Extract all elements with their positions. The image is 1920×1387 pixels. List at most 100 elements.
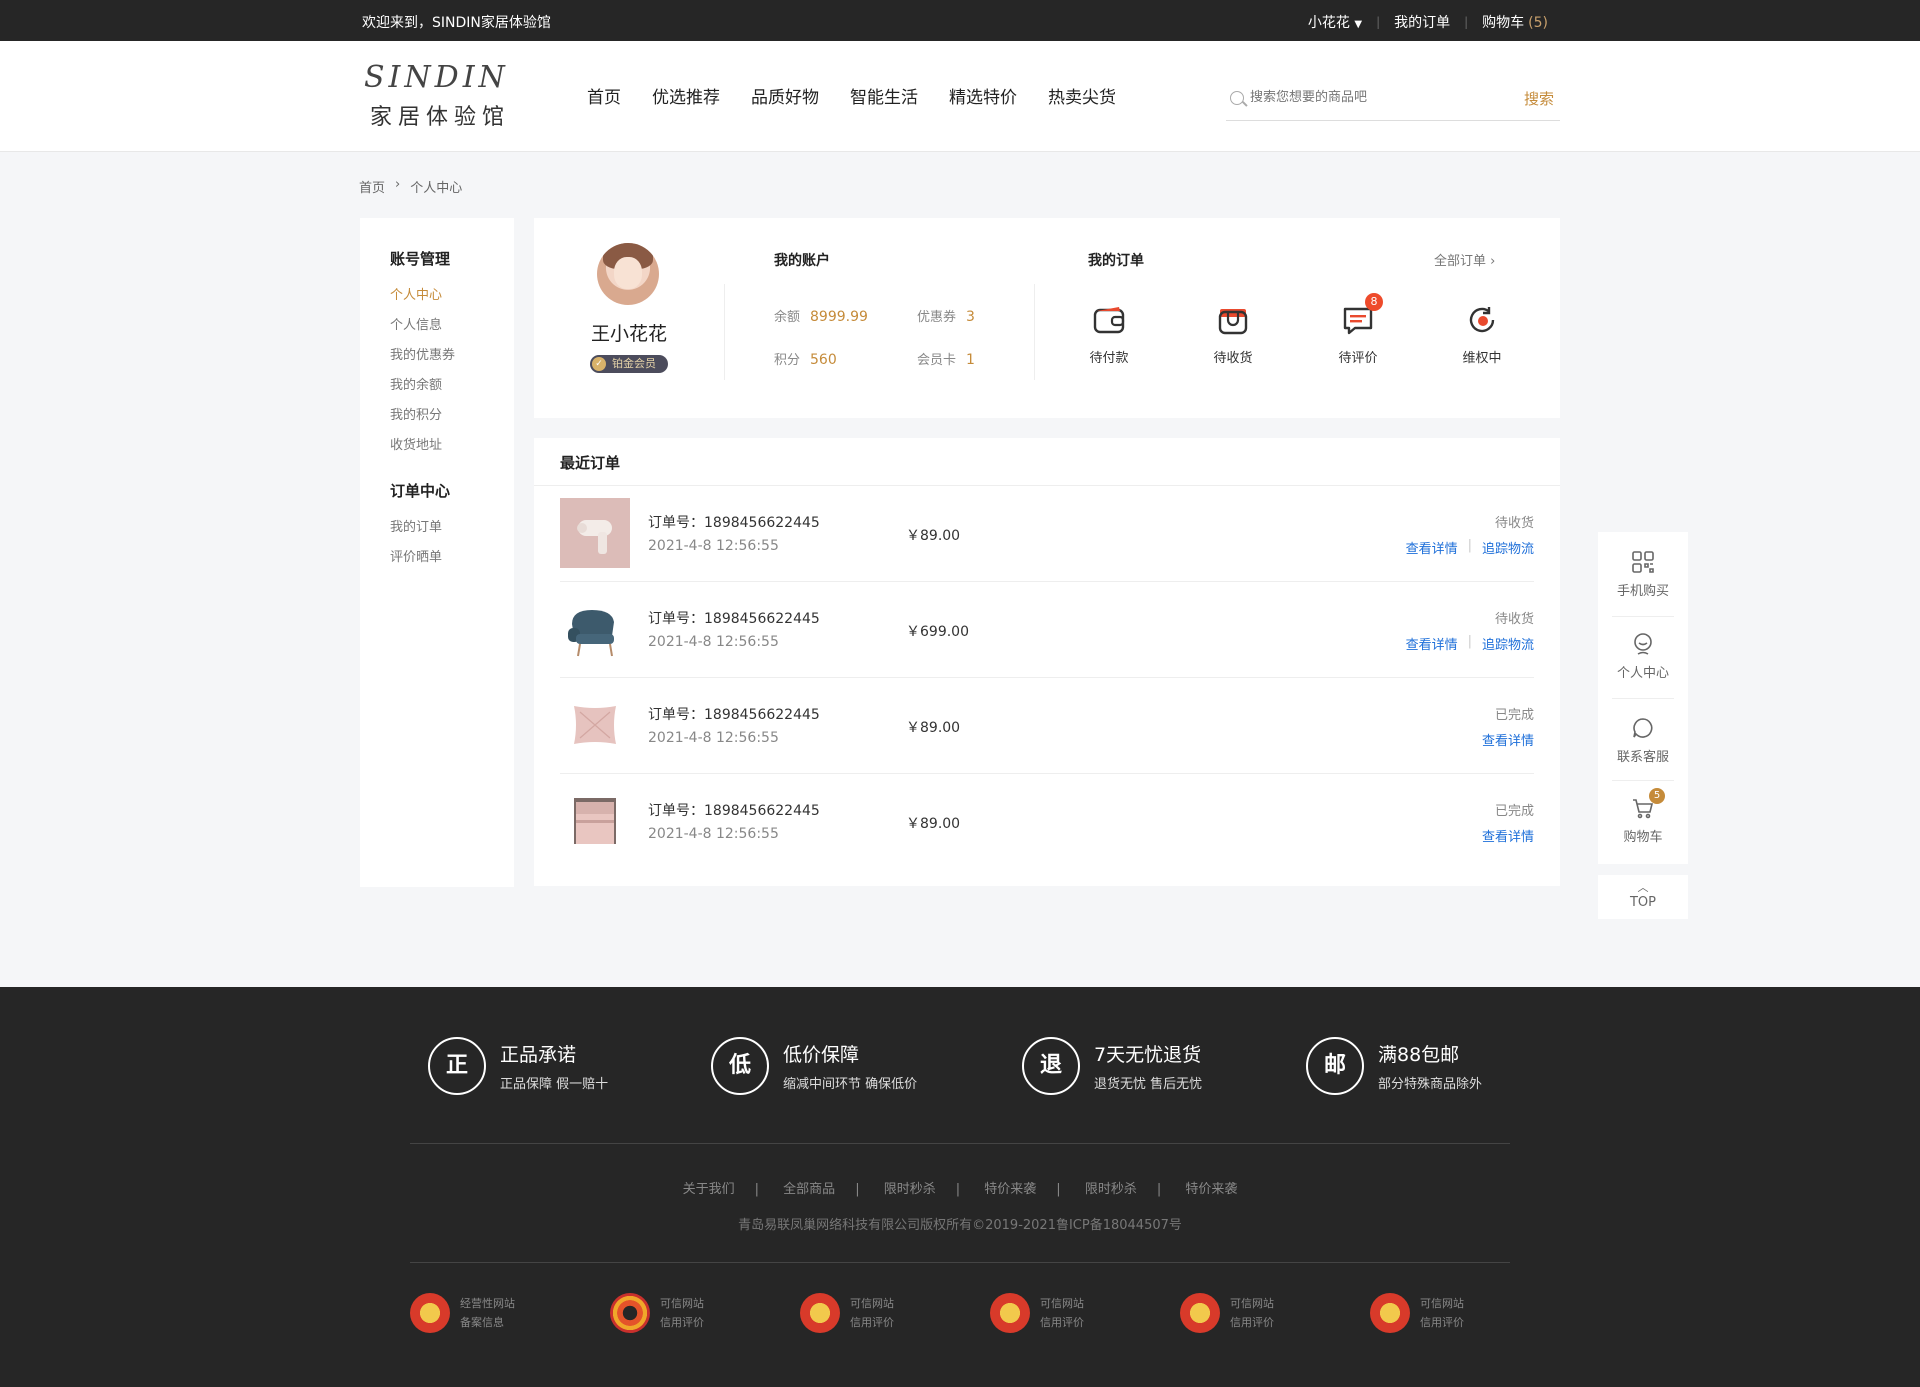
order-status: 待收货 — [1494, 612, 1534, 627]
cert-line-1: 经营性网站 — [460, 1297, 515, 1310]
sidebar-item-personal-center[interactable]: 个人中心 — [390, 281, 455, 311]
footer-link-specials[interactable]: 特价来袭 — [984, 1182, 1036, 1197]
search-button[interactable]: 搜索 — [1524, 88, 1554, 109]
order-price: ￥89.00 — [906, 528, 961, 544]
sidebar-item-reviews[interactable]: 评价晒单 — [390, 543, 450, 573]
product-thumbnail-bedding[interactable] — [560, 786, 630, 856]
floating-toolbar: 手机购买 个人中心 联系客服 5 购物车 — [1598, 532, 1688, 864]
sidebar: 账号管理 个人中心 个人信息 我的优惠券 我的余额 我的积分 收货地址 订单中心… — [360, 218, 514, 887]
cert-badge[interactable]: 可信网站 信用评价 — [800, 1293, 894, 1333]
view-details-link[interactable]: 查看详情 — [1482, 730, 1534, 749]
sidebar-item-balance[interactable]: 我的余额 — [390, 371, 455, 401]
order-state-pending-payment[interactable]: 待付款 — [1069, 303, 1149, 366]
cert-line-2: 信用评价 — [660, 1316, 704, 1329]
guarantee-low-price: 低 低价保障 缩减中间环节 确保低价 — [711, 1037, 917, 1095]
cert-line-2: 信用评价 — [1040, 1316, 1084, 1329]
nav-item-home[interactable]: 首页 — [587, 83, 621, 108]
order-time: 2021-4-8 12:56:55 — [648, 634, 779, 650]
sidebar-item-my-orders[interactable]: 我的订单 — [390, 513, 450, 543]
cert-badge[interactable]: 可信网站 信用评价 — [1370, 1293, 1464, 1333]
cert-line-1: 可信网站 — [1040, 1297, 1084, 1310]
footer-link-specials-2[interactable]: 特价来袭 — [1185, 1182, 1237, 1197]
order-price: ￥89.00 — [906, 720, 961, 736]
view-details-link[interactable]: 查看详情 — [1406, 634, 1458, 653]
order-state-after-sales[interactable]: 维权中 — [1442, 303, 1522, 366]
sidebar-item-address[interactable]: 收货地址 — [390, 431, 455, 461]
footer-link-flash-sale[interactable]: 限时秒杀 — [884, 1182, 936, 1197]
float-cart[interactable]: 5 购物车 — [1598, 788, 1688, 845]
guarantee-title: 正品承诺 — [500, 1044, 577, 1066]
float-mobile-buy[interactable]: 手机购买 — [1598, 550, 1688, 599]
coupon-item[interactable]: 优惠券 3 — [917, 306, 975, 325]
sidebar-item-coupons[interactable]: 我的优惠券 — [390, 341, 455, 371]
crown-icon: ✓ — [592, 357, 606, 371]
emblem-icon — [410, 1293, 450, 1333]
points-item[interactable]: 积分 560 — [774, 349, 837, 368]
divider: | — [1376, 15, 1381, 29]
cart-label: 购物车 — [1482, 15, 1525, 31]
avatar[interactable] — [597, 243, 659, 305]
float-personal-center[interactable]: 个人中心 — [1598, 632, 1688, 681]
order-status: 已完成 — [1494, 804, 1534, 819]
view-details-link[interactable]: 查看详情 — [1406, 538, 1458, 557]
guarantee-subtitle: 部分特殊商品除外 — [1378, 1077, 1483, 1092]
my-orders-link[interactable]: 我的订单 — [1394, 12, 1450, 32]
footer-link-flash-sale-2[interactable]: 限时秒杀 — [1085, 1182, 1137, 1197]
nav-item-recommend[interactable]: 优选推荐 — [652, 83, 720, 108]
track-shipping-link[interactable]: 追踪物流 — [1482, 634, 1534, 653]
user-menu[interactable]: 小花花 ▼ — [1308, 12, 1362, 32]
nav-item-specials[interactable]: 精选特价 — [949, 83, 1017, 108]
logo[interactable]: SINDIN 家居体验馆 — [364, 61, 514, 131]
cart-count: (5) — [1528, 15, 1548, 31]
cart-link[interactable]: 购物车 (5) — [1482, 12, 1548, 32]
footer-link-separator: | — [1056, 1182, 1061, 1197]
guarantee-returns: 退 7天无忧退货 退货无忧 售后无忧 — [1022, 1037, 1202, 1095]
nav-item-quality[interactable]: 品质好物 — [751, 83, 819, 108]
account-title: 我的账户 — [774, 253, 830, 269]
breadcrumb-home[interactable]: 首页 — [359, 177, 385, 196]
product-thumbnail-pillow[interactable] — [560, 690, 630, 760]
footer-link-separator: | — [855, 1182, 860, 1197]
logo-wordmark: SINDIN — [364, 60, 509, 95]
product-thumbnail-hair-dryer[interactable] — [560, 498, 630, 568]
emblem-icon — [990, 1293, 1030, 1333]
order-state-pending-receipt[interactable]: 待收货 — [1193, 303, 1273, 366]
main-nav: 首页 优选推荐 品质好物 智能生活 精选特价 热卖尖货 — [587, 83, 1116, 108]
product-thumbnail-armchair[interactable] — [560, 594, 630, 664]
sidebar-item-points[interactable]: 我的积分 — [390, 401, 455, 431]
cert-line-1: 可信网站 — [1230, 1297, 1274, 1310]
order-state-pending-review[interactable]: 8 待评价 — [1318, 293, 1398, 366]
sidebar-item-personal-info[interactable]: 个人信息 — [390, 311, 455, 341]
search-input[interactable] — [1250, 89, 1490, 104]
order-actions: 查看详情 — [1482, 826, 1534, 845]
nav-item-smart-life[interactable]: 智能生活 — [850, 83, 918, 108]
track-shipping-link[interactable]: 追踪物流 — [1482, 538, 1534, 557]
footer-link-about[interactable]: 关于我们 — [683, 1182, 735, 1197]
footer-link-separator: | — [1156, 1182, 1162, 1197]
recent-orders-card: 最近订单 订单号：1898456622445 2021-4-8 12:56:55… — [534, 438, 1560, 886]
cert-badge[interactable]: 可信网站 信用评价 — [1180, 1293, 1274, 1333]
footer-link-all-products[interactable]: 全部商品 — [783, 1182, 835, 1197]
order-number: 订单号：1898456622445 — [648, 611, 820, 627]
cert-badge[interactable]: 可信网站 信用评价 — [610, 1293, 704, 1333]
float-customer-service[interactable]: 联系客服 — [1598, 716, 1688, 765]
all-orders-link[interactable]: 全部订单 › — [1434, 250, 1495, 269]
nav-item-hot[interactable]: 热卖尖货 — [1048, 83, 1116, 108]
member-card-value: 1 — [966, 352, 975, 368]
order-state-label: 维权中 — [1462, 351, 1502, 366]
box-icon — [1216, 303, 1250, 337]
cert-badge[interactable]: 经营性网站 备案信息 — [410, 1293, 515, 1333]
sidebar-group-title: 账号管理 — [390, 250, 451, 268]
member-card-item[interactable]: 会员卡 1 — [917, 349, 975, 368]
cert-badge[interactable]: 可信网站 信用评价 — [990, 1293, 1084, 1333]
breadcrumb: 首页 › 个人中心 — [359, 177, 462, 196]
order-state-label: 待付款 — [1089, 351, 1129, 366]
divider — [410, 1143, 1510, 1144]
back-to-top-button[interactable]: ︿ TOP — [1598, 875, 1688, 919]
top-bar-right: 小花花 ▼ | 我的订单 | 购物车 (5) — [1308, 12, 1548, 32]
view-details-link[interactable]: 查看详情 — [1482, 826, 1534, 845]
search-icon — [1230, 91, 1244, 105]
guarantee-title: 低价保障 — [783, 1044, 860, 1066]
balance-item[interactable]: 余额 8999.99 — [774, 306, 868, 325]
cert-line-2: 信用评价 — [1230, 1316, 1274, 1329]
